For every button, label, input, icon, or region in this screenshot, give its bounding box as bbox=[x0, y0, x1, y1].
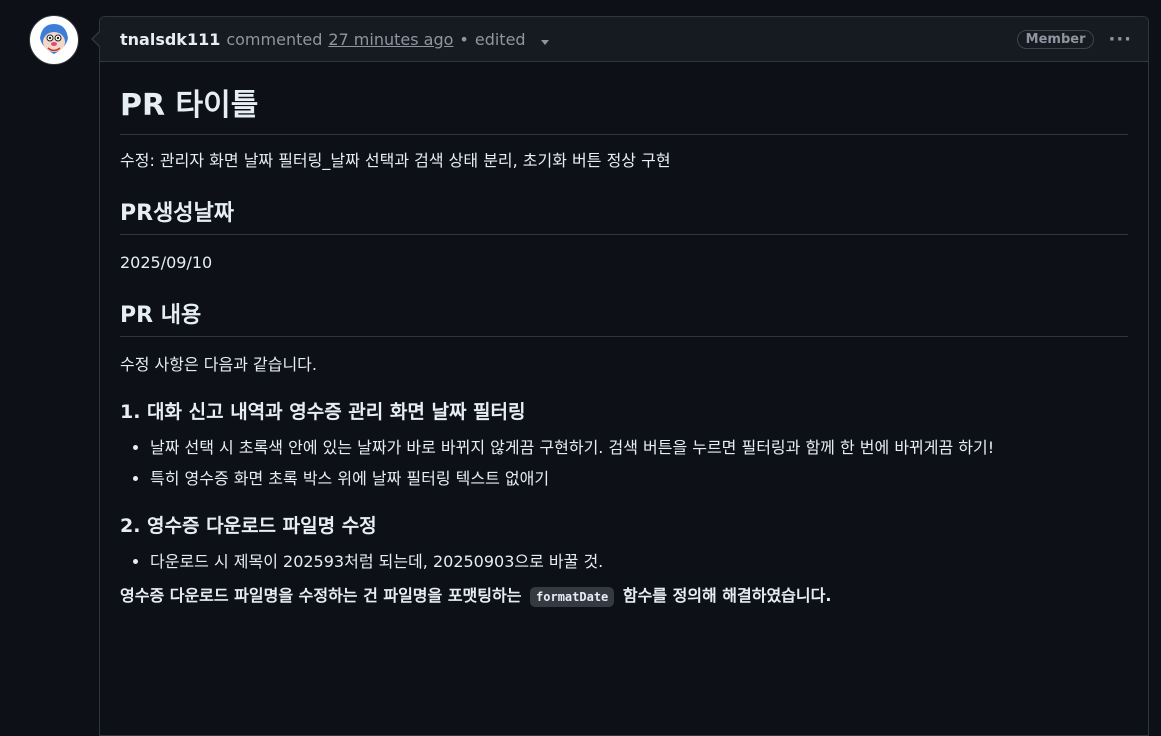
comment-action: commented bbox=[226, 29, 323, 49]
list-item: 다운로드 시 제목이 202593처럼 되는데, 20250903으로 바꿀 것… bbox=[150, 550, 1128, 574]
date-text: 2025/09/10 bbox=[120, 253, 213, 272]
comment-body: PR 타이틀 수정: 관리자 화면 날짜 필터링_날짜 선택과 검색 상태 분리… bbox=[100, 62, 1148, 609]
list-item: 날짜 선택 시 초록색 안에 있는 날짜가 바로 바뀌지 않게끔 구현하기. 검… bbox=[150, 436, 1128, 460]
intro-text: 수정 사항은 다음과 같습니다. bbox=[120, 355, 317, 374]
content-heading: PR 내용 bbox=[120, 297, 1128, 337]
member-badge: Member bbox=[1016, 29, 1095, 49]
summary-text: 수정: 관리자 화면 날짜 필터링_날짜 선택과 검색 상태 분리, 초기화 버… bbox=[120, 151, 671, 170]
author-link[interactable]: tnalsdk111 bbox=[120, 30, 220, 49]
pr-title: PR 타이틀 bbox=[120, 80, 1128, 135]
note-text-before: 영수증 다운로드 파일명을 수정하는 건 파일명을 포맷팅하는 bbox=[120, 586, 522, 605]
note-text-after: 함수를 정의해 해결하였습니다. bbox=[622, 586, 832, 605]
section1-heading: 1. 대화 신고 내역과 영수증 관리 화면 날짜 필터링 bbox=[120, 401, 526, 423]
section2-list: 다운로드 시 제목이 202593처럼 되는데, 20250903으로 바꿀 것… bbox=[120, 550, 1128, 574]
chevron-down-icon bbox=[540, 39, 549, 45]
date-heading: PR생성날짜 bbox=[120, 195, 1128, 235]
edited-dropdown[interactable]: edited bbox=[475, 30, 549, 49]
section2-heading: 2. 영수증 다운로드 파일명 수정 bbox=[120, 515, 377, 537]
avatar-image bbox=[34, 20, 74, 60]
comment-box: tnalsdk111 commented 27 minutes ago • ed… bbox=[91, 16, 1149, 736]
inline-code: formatDate bbox=[530, 587, 615, 607]
separator-dot: • bbox=[459, 29, 469, 49]
avatar[interactable] bbox=[29, 15, 79, 65]
more-options-icon[interactable]: ··· bbox=[1108, 29, 1132, 50]
note-paragraph: 영수증 다운로드 파일명을 수정하는 건 파일명을 포맷팅하는 formatDa… bbox=[120, 584, 1128, 609]
list-item: 특히 영수증 화면 초록 박스 위에 날짜 필터링 텍스트 없애기 bbox=[150, 467, 1128, 491]
comment-header: tnalsdk111 commented 27 minutes ago • ed… bbox=[91, 17, 1148, 62]
timestamp-link[interactable]: 27 minutes ago bbox=[328, 30, 453, 49]
section1-list: 날짜 선택 시 초록색 안에 있는 날짜가 바로 바뀌지 않게끔 구현하기. 검… bbox=[120, 436, 1128, 491]
edited-label: edited bbox=[474, 29, 526, 49]
speech-caret-inner bbox=[93, 32, 100, 46]
